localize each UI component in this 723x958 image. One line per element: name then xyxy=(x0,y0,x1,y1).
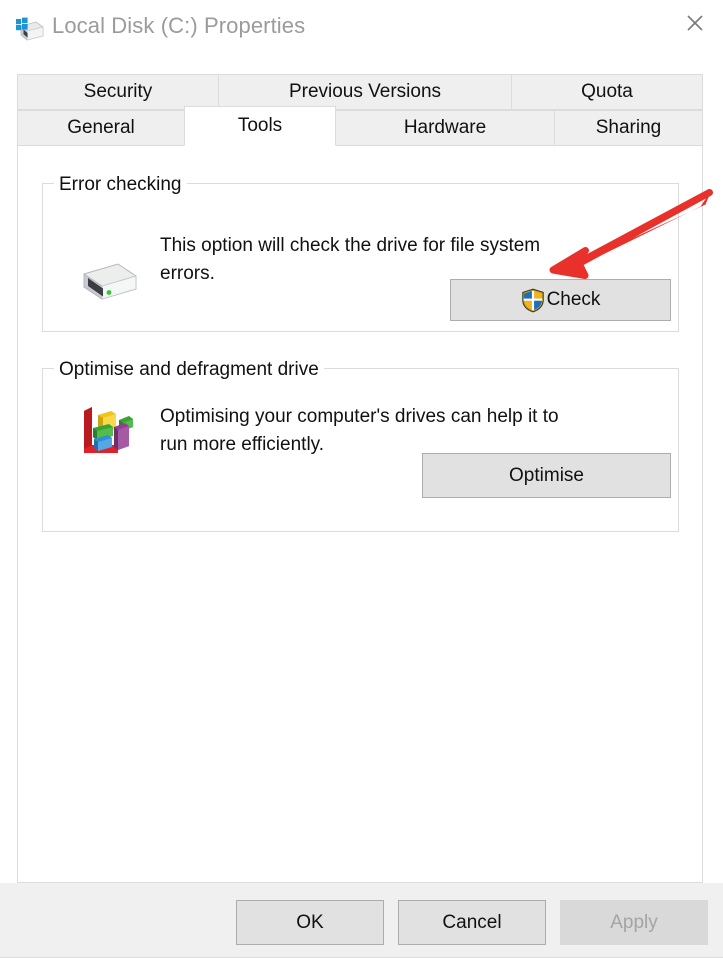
tools-tab-panel: Error checking This option will check th… xyxy=(17,145,703,883)
tab-general[interactable]: General xyxy=(17,110,185,146)
error-checking-legend: Error checking xyxy=(54,174,187,196)
error-checking-group: Error checking This option will check th… xyxy=(42,174,679,332)
cancel-button[interactable]: Cancel xyxy=(398,900,546,945)
check-button[interactable]: Check xyxy=(450,279,671,321)
tab-row-upper: Security Previous Versions Quota xyxy=(17,74,703,110)
window-title: Local Disk (C:) Properties xyxy=(52,13,306,38)
check-button-label: Check xyxy=(546,289,601,310)
tab-row-lower: General Tools Hardware Sharing xyxy=(17,106,703,146)
tab-label: General xyxy=(67,117,135,138)
dialog-footer: OK Cancel Apply xyxy=(0,883,723,958)
tab-hardware[interactable]: Hardware xyxy=(335,110,555,146)
close-icon[interactable] xyxy=(667,0,723,46)
tab-security[interactable]: Security xyxy=(17,74,219,110)
optimise-defragment-group: Optimise and defragment drive Optimising… xyxy=(42,359,679,532)
ok-button-label: OK xyxy=(296,911,324,933)
defragment-blocks-icon xyxy=(78,401,136,459)
tab-label: Security xyxy=(83,81,153,102)
ok-button[interactable]: OK xyxy=(236,900,384,945)
cancel-button-label: Cancel xyxy=(442,911,502,933)
tab-quota[interactable]: Quota xyxy=(511,74,703,110)
optimise-button-label: Optimise xyxy=(509,464,584,486)
optimise-button[interactable]: Optimise xyxy=(422,453,671,498)
uac-shield-icon xyxy=(521,288,545,313)
title-bar: Local Disk (C:) Properties xyxy=(0,0,723,58)
tab-label: Tools xyxy=(237,115,283,136)
apply-button: Apply xyxy=(560,900,708,945)
tab-label: Previous Versions xyxy=(288,81,442,102)
tab-label: Quota xyxy=(581,81,633,102)
tab-tools[interactable]: Tools xyxy=(184,106,336,146)
tab-label: Hardware xyxy=(403,117,487,138)
hard-drive-windows-icon xyxy=(14,15,44,43)
tab-sharing[interactable]: Sharing xyxy=(554,110,703,146)
apply-button-label: Apply xyxy=(610,911,658,933)
tab-strip: Security Previous Versions Quota General… xyxy=(17,74,703,146)
properties-dialog: Local Disk (C:) Properties Security Prev… xyxy=(0,0,723,958)
optimise-legend: Optimise and defragment drive xyxy=(54,359,324,381)
tab-label: Sharing xyxy=(595,117,662,138)
hard-drive-icon xyxy=(78,256,142,304)
tab-previous-versions[interactable]: Previous Versions xyxy=(218,74,512,110)
optimise-description: Optimising your computer's drives can he… xyxy=(160,406,559,455)
